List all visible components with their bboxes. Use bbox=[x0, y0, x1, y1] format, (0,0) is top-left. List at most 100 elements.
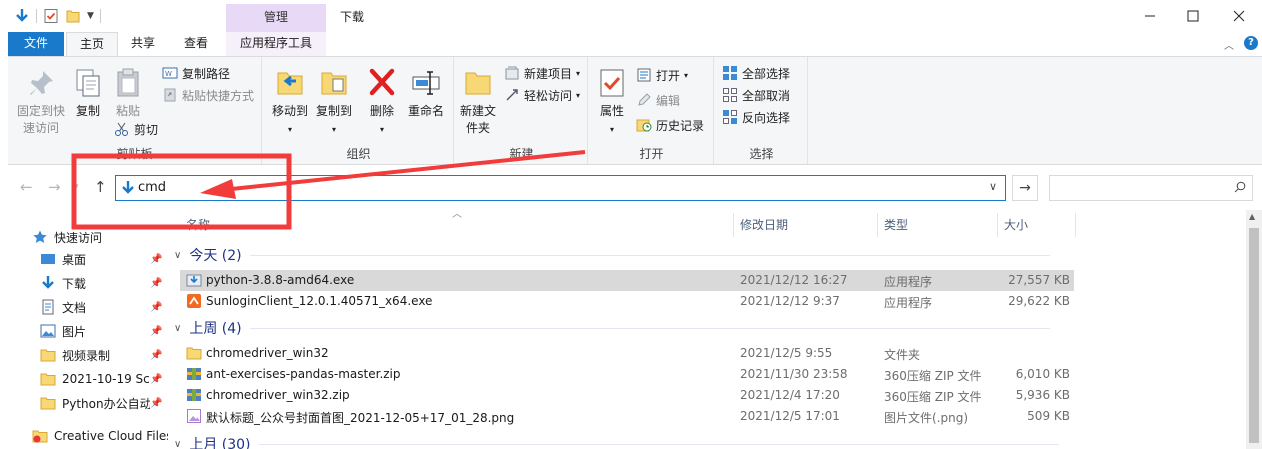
select-none-icon bbox=[722, 87, 738, 103]
zip-archive-icon bbox=[186, 366, 202, 382]
group-header-today[interactable]: ∨ 今天 (2) bbox=[174, 244, 1050, 266]
rename-button[interactable]: 重命名 bbox=[404, 67, 448, 120]
history-clock-icon bbox=[636, 117, 652, 133]
column-header-date[interactable]: 修改日期 bbox=[734, 213, 878, 237]
select-all-button[interactable]: 全部选择 bbox=[722, 63, 790, 83]
nav-quick-access[interactable]: 快速访问 bbox=[32, 226, 168, 248]
nav-item-sci-folder[interactable]: 2021-10-19 Sci bbox=[40, 368, 150, 390]
download-arrow-icon bbox=[40, 275, 56, 291]
tab-home[interactable]: 主页 bbox=[66, 32, 118, 57]
column-header-size[interactable]: 大小 bbox=[998, 213, 1076, 237]
pin-icon[interactable]: 📌 bbox=[150, 374, 162, 385]
nav-item-pictures[interactable]: 图片 bbox=[40, 320, 168, 342]
folder-icon bbox=[40, 395, 56, 411]
file-size: 509 KB bbox=[1027, 409, 1070, 423]
table-row[interactable]: python-3.8.8-amd64.exe 2021/12/12 16:27 … bbox=[180, 270, 1074, 291]
close-button[interactable] bbox=[1216, 0, 1262, 32]
address-bar[interactable]: cmd ∨ bbox=[115, 175, 1006, 201]
history-button[interactable]: 历史记录 bbox=[636, 115, 704, 135]
desktop-icon bbox=[40, 251, 56, 267]
move-to-button[interactable]: 移动到 ▾ bbox=[268, 67, 312, 138]
paste-icon bbox=[112, 67, 144, 99]
edit-pencil-icon bbox=[636, 92, 652, 108]
tab-manage[interactable]: 管理 bbox=[226, 4, 326, 32]
ribbon-tabs: 文件 主页 共享 查看 应用程序工具 ︿ ? bbox=[0, 32, 1262, 57]
group-header-last-month[interactable]: ∨ 上月 (30) bbox=[174, 433, 1059, 449]
forward-arrow-icon[interactable]: → bbox=[48, 178, 61, 196]
file-date: 2021/11/30 23:58 bbox=[740, 367, 848, 381]
up-arrow-icon[interactable]: ↑ bbox=[94, 178, 107, 196]
file-list: ︿ 名称 修改日期 类型 大小 ∨ 今天 (2) python-3.8.8-am… bbox=[168, 209, 1246, 449]
ribbon-group-label: 选择 bbox=[749, 147, 774, 161]
file-date: 2021/12/12 16:27 bbox=[740, 273, 848, 287]
copy-button[interactable]: 复制 bbox=[70, 67, 106, 120]
properties-check-icon[interactable] bbox=[43, 8, 59, 24]
table-row[interactable]: SunloginClient_12.0.1.40571_x64.exe 2021… bbox=[180, 291, 1074, 312]
group-collapse-chevron-icon[interactable]: ∨ bbox=[174, 323, 181, 334]
maximize-button[interactable] bbox=[1170, 0, 1216, 32]
nav-item-video-recording[interactable]: 视频录制 bbox=[40, 344, 168, 366]
pin-icon[interactable]: 📌 bbox=[150, 398, 162, 409]
recent-locations-chevron-icon[interactable]: ▾ bbox=[74, 182, 79, 192]
pin-icon[interactable]: 📌 bbox=[150, 326, 162, 337]
column-header-type[interactable]: 类型 bbox=[878, 213, 998, 237]
copy-path-button[interactable]: W 复制路径 bbox=[162, 63, 230, 83]
folder-icon bbox=[40, 371, 56, 387]
nav-item-python-folder[interactable]: Python办公自动 bbox=[40, 392, 150, 414]
file-name: chromedriver_win32.zip bbox=[206, 388, 350, 402]
new-folder-icon[interactable] bbox=[65, 8, 81, 24]
pin-icon[interactable]: 📌 bbox=[150, 302, 162, 313]
ribbon-collapse-chevron-icon[interactable]: ︿ bbox=[1224, 37, 1234, 52]
edit-button[interactable]: 编辑 bbox=[636, 90, 680, 110]
installer-icon bbox=[186, 272, 202, 288]
pin-icon[interactable]: 📌 bbox=[150, 278, 162, 289]
column-header-name[interactable]: 名称 bbox=[180, 213, 734, 237]
cut-button[interactable]: 剪切 bbox=[114, 119, 158, 139]
properties-button[interactable]: 属性 ▾ bbox=[592, 67, 632, 138]
ribbon-group-label: 打开 bbox=[639, 147, 664, 161]
paste-shortcut-button[interactable]: 粘贴快捷方式 bbox=[162, 85, 254, 105]
nav-item-downloads[interactable]: 下载 bbox=[40, 272, 168, 294]
download-arrow-icon bbox=[14, 8, 30, 24]
easy-access-button[interactable]: 轻松访问 ▾ bbox=[504, 85, 580, 105]
pin-icon[interactable]: 📌 bbox=[150, 350, 162, 361]
nav-creative-cloud[interactable]: Creative Cloud Files bbox=[32, 425, 168, 447]
table-row[interactable]: chromedriver_win32 2021/12/5 9:55 文件夹 bbox=[180, 343, 1074, 364]
select-none-button[interactable]: 全部取消 bbox=[722, 85, 790, 105]
minimize-button[interactable] bbox=[1127, 0, 1173, 32]
search-input[interactable] bbox=[1049, 175, 1253, 201]
new-folder-button[interactable]: 新建文件夹 bbox=[456, 67, 500, 137]
open-button[interactable]: 打开 ▾ bbox=[636, 65, 688, 85]
customize-qat-chevron-icon[interactable]: ▼ bbox=[87, 11, 94, 21]
invert-selection-button[interactable]: 反向选择 bbox=[722, 107, 790, 127]
pin-icon[interactable]: 📌 bbox=[150, 254, 162, 265]
nav-item-desktop[interactable]: 桌面 bbox=[40, 248, 168, 270]
folder-icon bbox=[186, 345, 202, 361]
vertical-scrollbar[interactable]: ▲ bbox=[1246, 210, 1262, 449]
file-type: 图片文件(.png) bbox=[884, 411, 969, 425]
copy-path-icon: W bbox=[162, 65, 178, 81]
table-row[interactable]: chromedriver_win32.zip 2021/12/4 17:20 3… bbox=[180, 385, 1074, 406]
scrollbar-thumb[interactable] bbox=[1249, 228, 1259, 443]
delete-button[interactable]: 删除 ▾ bbox=[364, 67, 400, 138]
group-collapse-chevron-icon[interactable]: ∨ bbox=[174, 439, 181, 449]
pin-to-quick-access-button[interactable]: 固定到快速访问 bbox=[14, 67, 68, 137]
tab-view[interactable]: 查看 bbox=[172, 32, 220, 56]
tab-file[interactable]: 文件 bbox=[8, 32, 64, 56]
group-header-last-week[interactable]: ∨ 上周 (4) bbox=[174, 317, 1050, 339]
table-row[interactable]: 默认标题_公众号封面首图_2021-12-05+17_01_28.png 202… bbox=[180, 406, 1074, 427]
scroll-up-arrow-icon[interactable]: ▲ bbox=[1249, 212, 1255, 221]
nav-item-documents[interactable]: 文档 bbox=[40, 296, 168, 318]
address-input[interactable]: cmd bbox=[138, 180, 166, 195]
back-arrow-icon[interactable]: ← bbox=[20, 178, 33, 196]
copy-to-button[interactable]: 复制到 ▾ bbox=[312, 67, 356, 138]
tab-app-tools[interactable]: 应用程序工具 bbox=[226, 32, 326, 56]
help-icon[interactable]: ? bbox=[1244, 36, 1258, 50]
new-item-button[interactable]: 新建项目 ▾ bbox=[504, 63, 580, 83]
group-collapse-chevron-icon[interactable]: ∨ bbox=[174, 250, 181, 261]
tab-share[interactable]: 共享 bbox=[120, 32, 166, 56]
table-row[interactable]: ant-exercises-pandas-master.zip 2021/11/… bbox=[180, 364, 1074, 385]
go-arrow-button[interactable]: → bbox=[1012, 175, 1038, 201]
address-dropdown-chevron-icon[interactable]: ∨ bbox=[989, 180, 997, 193]
paste-button[interactable]: 粘贴 bbox=[110, 67, 146, 120]
